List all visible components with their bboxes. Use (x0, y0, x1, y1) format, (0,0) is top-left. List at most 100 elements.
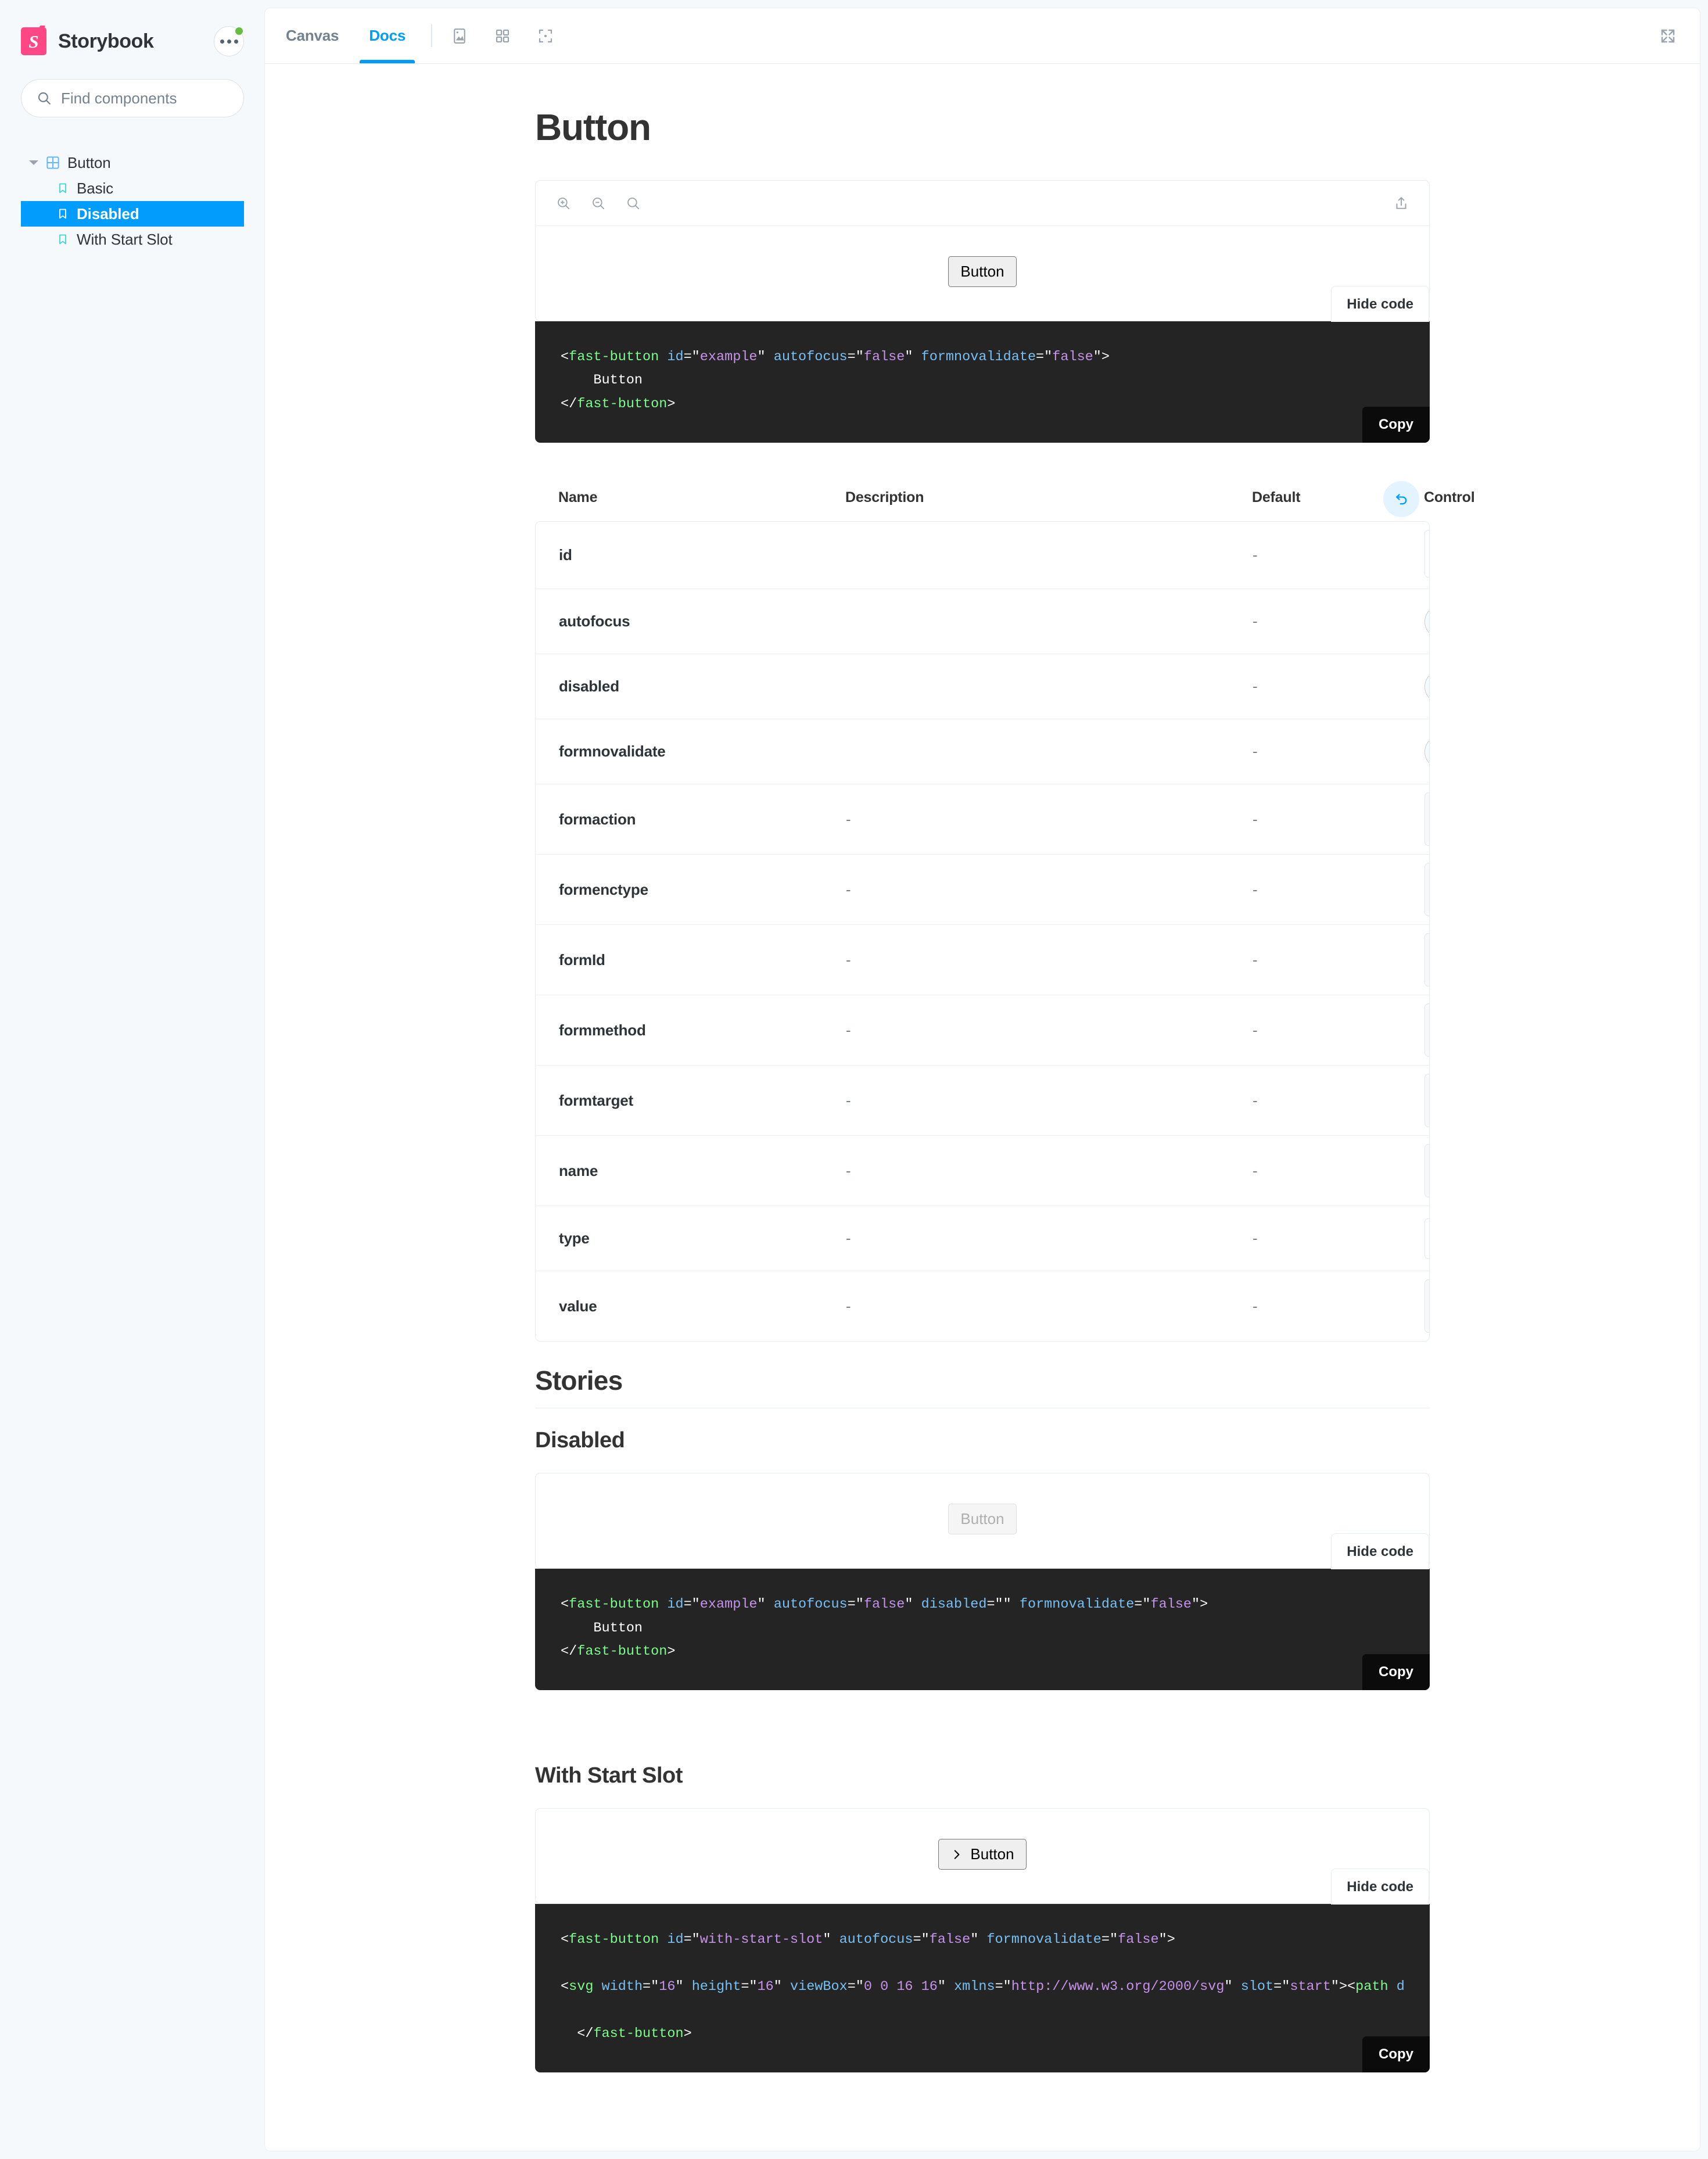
sidebar-item-with-start-slot[interactable]: With Start Slot (21, 227, 244, 252)
brand-name: Storybook (58, 30, 154, 53)
code-token: =" (741, 1979, 757, 1995)
sidebar-item-button[interactable]: Button (21, 150, 244, 175)
image-icon[interactable] (443, 19, 476, 53)
reset-controls-button[interactable] (1383, 481, 1419, 517)
control-select: Choose option... (1424, 1218, 1430, 1259)
tab-docs[interactable]: Docs (354, 8, 421, 63)
arg-default: - (1253, 743, 1424, 761)
code-token: fast-button (593, 2026, 683, 2042)
set-string-button[interactable]: Set string (1424, 1074, 1430, 1127)
search-input[interactable] (61, 89, 228, 107)
set-string-button[interactable]: Set string (1424, 863, 1430, 916)
code-token: =" (848, 1597, 864, 1612)
preview-button[interactable]: Button (948, 256, 1016, 287)
control-button: Set string (1424, 1074, 1430, 1127)
copy-button[interactable]: Copy (1362, 407, 1430, 443)
code-token: svg (569, 1979, 593, 1995)
code-token: with-start-slot (700, 1932, 823, 1948)
control-button: Set string (1424, 1003, 1430, 1057)
search-icon (37, 91, 52, 106)
toggle-option-false[interactable]: False (1424, 670, 1430, 703)
selection-icon[interactable] (529, 19, 562, 53)
preview-stage: Button (536, 226, 1429, 321)
sidebar-item-label: Basic (77, 180, 113, 198)
code-token (913, 1597, 921, 1612)
code-token: fast-button (577, 396, 667, 412)
code-token (593, 1979, 601, 1995)
set-string-button[interactable]: Set string (1424, 933, 1430, 987)
stories-list: DisabledButtonHide code<fast-button id="… (535, 1428, 1430, 2072)
expand-icon[interactable] (1651, 19, 1685, 53)
boolean-toggle[interactable]: FalseTrue (1424, 605, 1430, 638)
preview-button[interactable]: Button (938, 1839, 1026, 1870)
chevron-down-icon[interactable] (29, 160, 38, 165)
code-token: viewBox (790, 1979, 848, 1995)
preview-toolbar (536, 181, 1429, 226)
zoom-out-icon[interactable] (586, 191, 611, 216)
hide-code-button[interactable]: Hide code (1331, 1868, 1429, 1905)
code-token: =" (995, 1979, 1011, 1995)
code-token: height (692, 1979, 741, 1995)
table-row: value--Set string (536, 1271, 1429, 1341)
arg-control-cell: Set string (1424, 792, 1430, 846)
grid-icon[interactable] (486, 19, 519, 53)
code-token: =" (848, 1979, 864, 1995)
boolean-toggle[interactable]: FalseTrue (1424, 736, 1430, 768)
copy-button[interactable]: Copy (1362, 2036, 1430, 2072)
code-token: < (561, 1979, 569, 1995)
select-control[interactable]: Choose option... (1424, 1218, 1430, 1259)
code-token (831, 1932, 839, 1948)
brand[interactable]: S Storybook (21, 27, 154, 55)
sidebar-item-disabled[interactable]: Disabled (21, 201, 244, 227)
share-icon[interactable] (1388, 191, 1414, 216)
arg-text-input[interactable] (1424, 530, 1430, 578)
code-token: example (700, 1597, 758, 1612)
code-token: =" (1273, 1979, 1290, 1995)
arg-name: formId (559, 951, 846, 969)
hide-code-button[interactable]: Hide code (1331, 286, 1429, 322)
code-token: " (905, 349, 913, 365)
sidebar-item-basic[interactable]: Basic (21, 175, 244, 201)
code-token: > (1101, 349, 1110, 365)
toggle-option-false[interactable]: False (1424, 736, 1430, 768)
code-token: fast-button (569, 349, 659, 365)
arg-name: name (559, 1162, 846, 1180)
docs-inner: Button (401, 106, 1563, 2072)
hide-code-button[interactable]: Hide code (1331, 1533, 1429, 1569)
arg-control-cell (1424, 530, 1430, 580)
code-token: example (700, 349, 758, 365)
search-box[interactable] (21, 79, 244, 117)
code-token: " (1192, 1597, 1200, 1612)
code-token: > (667, 396, 675, 412)
boolean-toggle[interactable]: FalseTrue (1424, 670, 1430, 703)
code-token: =" (848, 349, 864, 365)
preview-stage: Button (536, 1473, 1429, 1568)
code-token: =" (684, 1932, 700, 1948)
arg-description: - (846, 1229, 1253, 1247)
zoom-in-icon[interactable] (551, 191, 576, 216)
code-token (659, 349, 667, 365)
arg-default: - (1253, 951, 1424, 969)
toggle-option-false[interactable]: False (1424, 605, 1430, 638)
arg-description: - (846, 1297, 1253, 1315)
zoom-reset-icon[interactable] (620, 191, 646, 216)
set-string-button[interactable]: Set string (1424, 792, 1430, 846)
tab-canvas[interactable]: Canvas (271, 8, 354, 63)
control-text (1424, 530, 1430, 580)
set-string-button[interactable]: Set string (1424, 1144, 1430, 1197)
table-row: formnovalidate-FalseTrue (536, 719, 1429, 784)
code-snippet: <fast-button id="with-start-slot" autofo… (561, 1928, 1404, 2046)
story-bookmark-icon (57, 182, 69, 194)
code-token: false (864, 349, 905, 365)
table-row: formenctype--Set string (536, 855, 1429, 925)
menu-button[interactable] (214, 26, 244, 56)
set-string-button[interactable]: Set string (1424, 1003, 1430, 1057)
toolbar-divider (431, 24, 432, 47)
copy-button[interactable]: Copy (1362, 1654, 1430, 1690)
arg-description: - (846, 951, 1253, 969)
code-token: " (774, 1979, 782, 1995)
table-row: id- (536, 522, 1429, 589)
arg-name: formaction (559, 810, 846, 829)
column-header-control: Control (1424, 489, 1474, 506)
set-string-button[interactable]: Set string (1424, 1279, 1430, 1333)
